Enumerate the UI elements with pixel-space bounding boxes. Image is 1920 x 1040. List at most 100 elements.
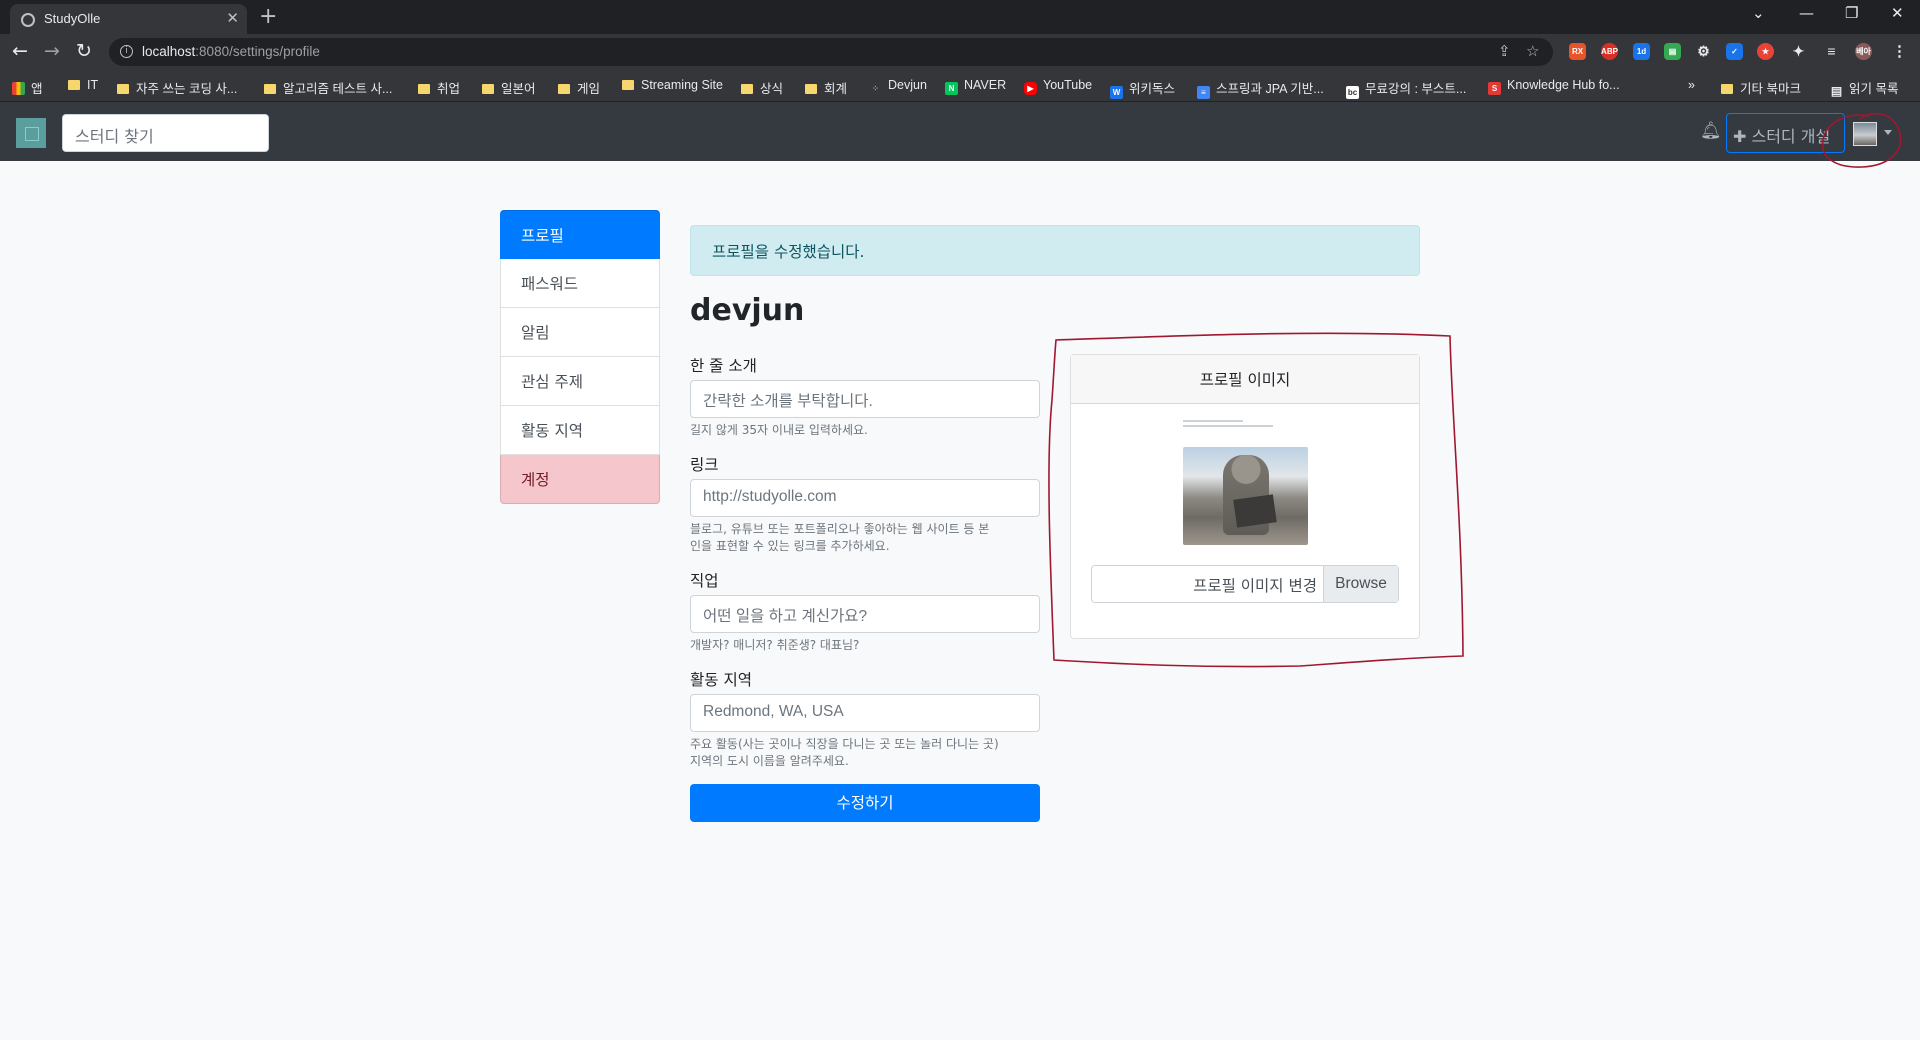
tab-search-icon[interactable]: ⌄ xyxy=(1752,4,1765,22)
job-label: 직업 xyxy=(690,572,719,590)
new-tab-icon[interactable]: + xyxy=(259,4,277,30)
bookmark-other[interactable]: 기타 북마크 xyxy=(1721,78,1801,97)
bookmark-folder[interactable]: 게임 xyxy=(558,78,600,97)
folder-icon xyxy=(264,84,276,94)
url-label: 링크 xyxy=(690,456,719,474)
menu-item-password[interactable]: 패스워드 xyxy=(500,259,660,308)
folder-icon xyxy=(1721,84,1733,94)
bookmarks-overflow[interactable]: » xyxy=(1688,78,1695,92)
address-bar[interactable]: i localhost:8080/settings/profile ⇪ ☆ xyxy=(109,38,1553,66)
bookmark-folder[interactable]: 취업 xyxy=(418,78,460,97)
brand-logo[interactable] xyxy=(16,118,46,148)
window-close-icon[interactable]: ✕ xyxy=(1891,4,1904,22)
bookmark-youtube[interactable]: ▶ YouTube xyxy=(1024,78,1092,95)
url-input[interactable]: http://studyolle.com xyxy=(690,479,1040,517)
bookmark-boostcourse[interactable]: bc 무료강의 : 부스트... xyxy=(1346,78,1466,99)
menu-item-notifications[interactable]: 알림 xyxy=(500,308,660,357)
chevron-down-icon[interactable] xyxy=(1884,130,1892,135)
bookmark-folder[interactable]: 회계 xyxy=(805,78,847,97)
bookmark-folder[interactable]: Streaming Site xyxy=(622,78,723,92)
folder-icon xyxy=(622,80,634,90)
folder-icon xyxy=(482,84,494,94)
wikidocs-icon: W xyxy=(1110,86,1123,99)
globe-icon xyxy=(21,13,35,27)
notification-bell-icon[interactable]: 🔔︎ xyxy=(1700,121,1722,141)
card-header: 프로필 이미지 xyxy=(1071,355,1419,404)
bookmark-doc[interactable]: ≡ 스프링과 JPA 기반... xyxy=(1197,78,1324,99)
back-icon[interactable]: ← xyxy=(12,40,28,62)
checkmark-extension-icon[interactable]: ✓ xyxy=(1726,43,1743,60)
bookmark-folder[interactable]: IT xyxy=(68,78,98,92)
location-input[interactable]: Redmond, WA, USA xyxy=(690,694,1040,732)
bookmark-devjun[interactable]: ⁘ Devjun xyxy=(869,78,927,95)
location-help: 주요 활동(사는 곳이나 직장을 다니는 곳 또는 놀러 다니는 곳) 지역의 도… xyxy=(690,737,999,768)
statue-sign xyxy=(1233,494,1277,528)
puzzle-icon[interactable]: ✦ xyxy=(1790,43,1807,60)
bookmark-star-icon[interactable]: ☆ xyxy=(1526,42,1539,60)
menu-item-tags[interactable]: 관심 주제 xyxy=(500,357,660,406)
extension-icon-abp[interactable]: ABP xyxy=(1601,43,1618,60)
more-menu-icon[interactable]: ⋮ xyxy=(1891,43,1908,60)
extension-icon-red[interactable]: ★ xyxy=(1757,43,1774,60)
menu-item-profile[interactable]: 프로필 xyxy=(500,210,660,259)
reading-list-icon: ▤ xyxy=(1830,84,1843,98)
bookmark-wikidocs[interactable]: W 위키독스 xyxy=(1110,78,1175,99)
close-tab-icon[interactable]: ✕ xyxy=(226,9,239,27)
bookmark-knowledge-hub[interactable]: S Knowledge Hub fo... xyxy=(1488,78,1620,95)
gear-extension-icon[interactable]: ⚙ xyxy=(1695,43,1712,60)
apps-grid-icon xyxy=(12,82,25,95)
folder-icon xyxy=(805,84,817,94)
extension-icon-rx[interactable]: RX xyxy=(1569,43,1586,60)
submit-button[interactable]: 수정하기 xyxy=(690,784,1040,822)
browse-button[interactable]: Browse xyxy=(1323,566,1398,602)
extension-icon-sheet[interactable]: ▤ xyxy=(1664,43,1681,60)
profile-image-card: 프로필 이미지 프로필 이미지 변경 Browse xyxy=(1070,354,1420,639)
create-study-button[interactable]: ✚ 스터디 개설 xyxy=(1726,113,1845,153)
browser-tab-strip: StudyOlle ✕ + ⌄ — ❐ ✕ xyxy=(0,0,1920,34)
boostcourse-icon: bc xyxy=(1346,86,1359,99)
bookmark-apps[interactable]: 앱 xyxy=(12,78,43,97)
study-search-input[interactable]: 스터디 찾기 xyxy=(62,114,269,152)
profile-chip-icon[interactable]: 베아 xyxy=(1855,43,1872,60)
bookmark-naver[interactable]: N NAVER xyxy=(945,78,1006,95)
tab-title: StudyOlle xyxy=(44,11,101,26)
folder-icon xyxy=(741,84,753,94)
folder-icon xyxy=(558,84,570,94)
avatar[interactable] xyxy=(1853,122,1877,146)
minimize-icon[interactable]: — xyxy=(1799,4,1814,22)
bookmark-folder[interactable]: 일본어 xyxy=(482,78,536,97)
forward-icon[interactable]: → xyxy=(44,40,60,62)
success-alert: 프로필을 수정했습니다. xyxy=(690,225,1420,276)
share-icon[interactable]: ⇪ xyxy=(1498,42,1511,60)
settings-menu: 프로필 패스워드 알림 관심 주제 활동 지역 계정 xyxy=(500,210,660,504)
dots-icon: ⁘ xyxy=(872,84,879,93)
browser-tab[interactable]: StudyOlle ✕ xyxy=(10,4,247,34)
menu-item-zones[interactable]: 활동 지역 xyxy=(500,406,660,455)
folder-icon xyxy=(68,80,80,90)
profile-image-file-input[interactable]: 프로필 이미지 변경 Browse xyxy=(1091,565,1399,603)
bookmark-reading-list[interactable]: ▤ 읽기 목록 xyxy=(1830,78,1899,98)
menu-item-account[interactable]: 계정 xyxy=(500,455,660,504)
job-help: 개발자? 매니저? 취준생? 대표님? xyxy=(690,638,860,652)
bio-label: 한 줄 소개 xyxy=(690,357,757,375)
page-title: devjun xyxy=(690,293,805,328)
folder-icon xyxy=(117,84,129,94)
site-info-icon[interactable]: i xyxy=(120,45,133,58)
location-label: 활동 지역 xyxy=(690,671,752,689)
bookmark-folder[interactable]: 자주 쓰는 코딩 사... xyxy=(117,78,237,97)
file-input-label[interactable]: 프로필 이미지 변경 xyxy=(1092,566,1325,602)
folder-icon xyxy=(418,84,430,94)
profile-image-preview xyxy=(1183,447,1308,545)
job-input[interactable]: 어떤 일을 하고 계신가요? xyxy=(690,595,1040,633)
bio-help: 길지 않게 35자 이내로 입력하세요. xyxy=(690,423,868,437)
bookmarks-bar: 앱 IT 자주 쓰는 코딩 사... 알고리즘 테스트 사... 취업 일본어 … xyxy=(0,70,1920,102)
bookmark-folder[interactable]: 상식 xyxy=(741,78,783,97)
google-doc-icon: ≡ xyxy=(1197,86,1210,99)
app-navbar: 스터디 찾기 🔔︎ ✚ 스터디 개설 xyxy=(0,102,1920,161)
extension-icon-calendar[interactable]: 1d xyxy=(1633,43,1650,60)
reading-list-icon[interactable]: ≡ xyxy=(1823,43,1840,60)
restore-icon[interactable]: ❐ xyxy=(1845,4,1858,22)
reload-icon[interactable]: ↻ xyxy=(76,40,92,62)
bio-input[interactable]: 간략한 소개를 부탁합니다. xyxy=(690,380,1040,418)
bookmark-folder[interactable]: 알고리즘 테스트 사... xyxy=(264,78,392,97)
